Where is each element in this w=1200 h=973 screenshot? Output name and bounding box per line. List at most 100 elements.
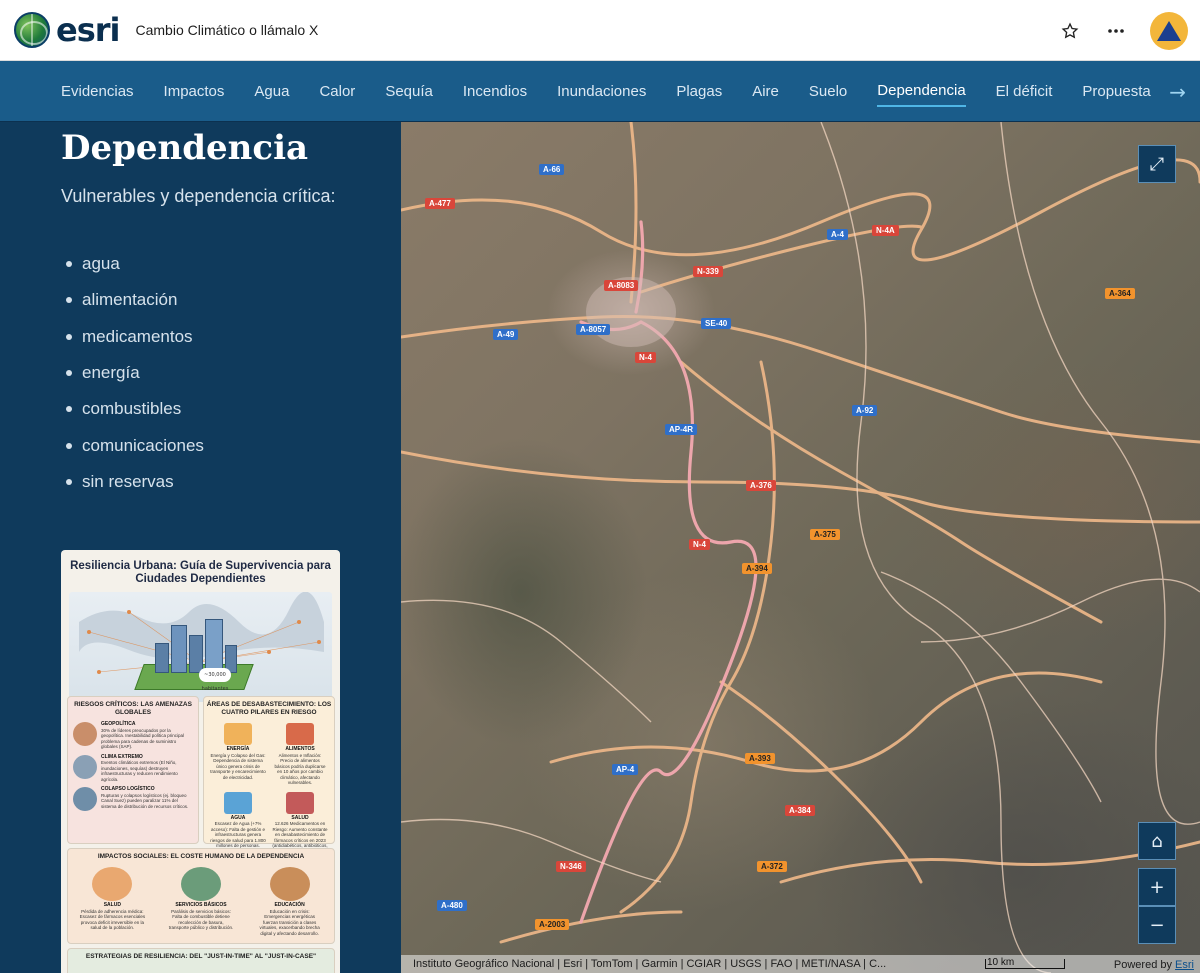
road-label: A-2003 [535,919,570,930]
population-caption: ~30,000 habitantes [199,668,231,692]
road-label: SE-40 [701,318,732,329]
road-label: A-8057 [576,324,611,335]
road-label: AP-4 [612,764,639,775]
warning-avatar-icon[interactable] [1150,11,1188,50]
impacto-text: Parálisis de servicios básicos: Falta de… [168,908,234,931]
infographic-hero: ~30,000 habitantes [69,592,332,702]
nav-tab-incendios[interactable]: Incendios [463,77,527,106]
road-line [880,571,1102,803]
impactos-panel: IMPACTOS SOCIALES: EL COSTE HUMANO DE LA… [67,848,335,944]
road-line [401,314,1200,444]
nav-tab-aire[interactable]: Aire [752,77,779,106]
riesgo-text: 30% de líderes preocupados por la geopol… [101,727,185,750]
road-label: A-372 [757,861,787,872]
nav-tab-sequia[interactable]: Sequía [385,77,433,106]
nav-tab-evidencias[interactable]: Evidencias [61,77,134,106]
section-title: Dependencia [61,128,309,168]
list-item: alimentación [66,282,204,318]
road-label: A-92 [852,405,878,416]
medicine-icon [286,791,314,814]
education-icon [269,867,310,901]
road-line [679,360,1103,624]
dependency-list: agua alimentación medicamentos energía combu… [66,246,204,500]
star-icon[interactable] [1058,19,1082,43]
road-label: N-4 [689,539,710,550]
road-line [1000,122,1200,825]
riesgo-text: Eventos climáticos extremos (El Niño, in… [101,760,178,782]
scale-label: 10 km [987,957,1015,968]
road-line [401,599,652,723]
area-text: Escasez de Agua (+7% acceso): Falta de g… [210,821,266,848]
area-text: Energía y Colapso del Gas: Dependencia d… [210,752,266,780]
road-line [579,320,758,924]
list-item: energía [66,355,204,391]
energy-icon [224,723,252,745]
nav-tab-agua[interactable]: Agua [254,77,289,106]
geopolitics-icon [73,722,97,746]
road-label: A-66 [539,164,565,175]
impacto-text: Educación en crisis: Emergencias energét… [259,908,320,936]
road-label: A-480 [437,900,467,911]
nav-tab-inundaciones[interactable]: Inundaciones [557,77,646,106]
app-title: Cambio Climático o llámalo X [135,22,319,38]
nav-tab-el-deficit[interactable]: El déficit [996,77,1053,106]
home-button[interactable]: ⌂ [1138,822,1176,860]
road-line [619,360,776,914]
road-label: N-339 [693,266,723,277]
section-subtitle: Vulnerables y dependencia crítica: [61,186,336,206]
impactos-heading: IMPACTOS SOCIALES: EL COSTE HUMANO DE LA… [97,853,305,860]
road-line [920,578,1200,643]
road-line [629,122,638,304]
scale-bar: 10 km [985,957,1065,969]
attribution-text[interactable]: Instituto Geográfico Nacional | Esri | T… [413,958,913,970]
road-label: A-384 [785,805,815,816]
road-label: A-8083 [604,280,639,291]
road-label: A-393 [745,753,775,764]
logo-text: esri [56,11,120,49]
powered-by: Powered by Esri [1114,959,1194,971]
road-line [549,671,1103,773]
garbage-truck-icon [180,867,221,901]
estrategias-panel: ESTRATEGIAS DE RESILIENCIA: DEL "JUST-IN… [67,948,335,973]
powered-by-text: Powered by [1113,959,1172,971]
header-actions [1058,0,1188,61]
road-label: N-346 [556,861,586,872]
road-label: N-4 [635,352,656,363]
nav-tab-suelo[interactable]: Suelo [809,77,847,106]
riesgos-panel: RIESGOS CRÍTICOS: LAS AMENAZAS GLOBALES … [67,696,199,844]
areas-panel: ÁREAS DE DESABASTECIMIENTO: LOS CUATRO P… [203,696,335,854]
impacto-text: Pérdida de adherencia médica: Escasez de… [79,908,146,931]
road-label: N-4A [872,225,899,236]
nav-next-arrow-icon[interactable]: → [1169,80,1186,104]
road-line [499,910,683,944]
health-person-icon [92,867,133,901]
esri-logo[interactable]: esri [14,11,120,49]
road-label: A-364 [1105,288,1135,299]
road-line [719,680,923,884]
list-item: combustibles [66,391,204,427]
zoom-in-button[interactable]: + [1138,868,1176,906]
more-icon[interactable] [1104,19,1128,43]
expand-map-button[interactable]: ⤢ [1138,145,1176,183]
road-line [401,158,1200,262]
nav-tab-calor[interactable]: Calor [319,77,355,106]
road-line [401,450,1200,524]
food-icon [286,723,314,745]
riesgo-text: Rupturas y colapsos logísticos (ej. bloq… [101,792,189,809]
list-item: sin reservas [66,464,204,500]
nav-items: Evidencias Impactos Agua Calor Sequía Incendi… [61,76,1181,107]
city-buildings-icon [149,618,239,673]
esri-link[interactable]: Esri [1175,959,1194,971]
nav-tab-impactos[interactable]: Impactos [164,77,225,106]
zoom-out-button[interactable]: − [1138,906,1176,944]
road-label: A-394 [742,563,772,574]
list-item: medicamentos [66,319,204,355]
nav-tab-dependencia[interactable]: Dependencia [877,76,966,107]
globe-icon [14,12,50,48]
map-view[interactable]: A-66 A-477 A-4 N-4A N-339 A-8083 A-364 A… [401,122,1200,973]
road-line [820,122,1052,973]
infographic-image[interactable]: Resiliencia Urbana: Guía de Supervivenci… [61,550,340,973]
nav-tab-propuesta[interactable]: Propuesta [1082,77,1150,106]
nav-tab-plagas[interactable]: Plagas [676,77,722,106]
road-label: AP-4R [665,424,698,435]
